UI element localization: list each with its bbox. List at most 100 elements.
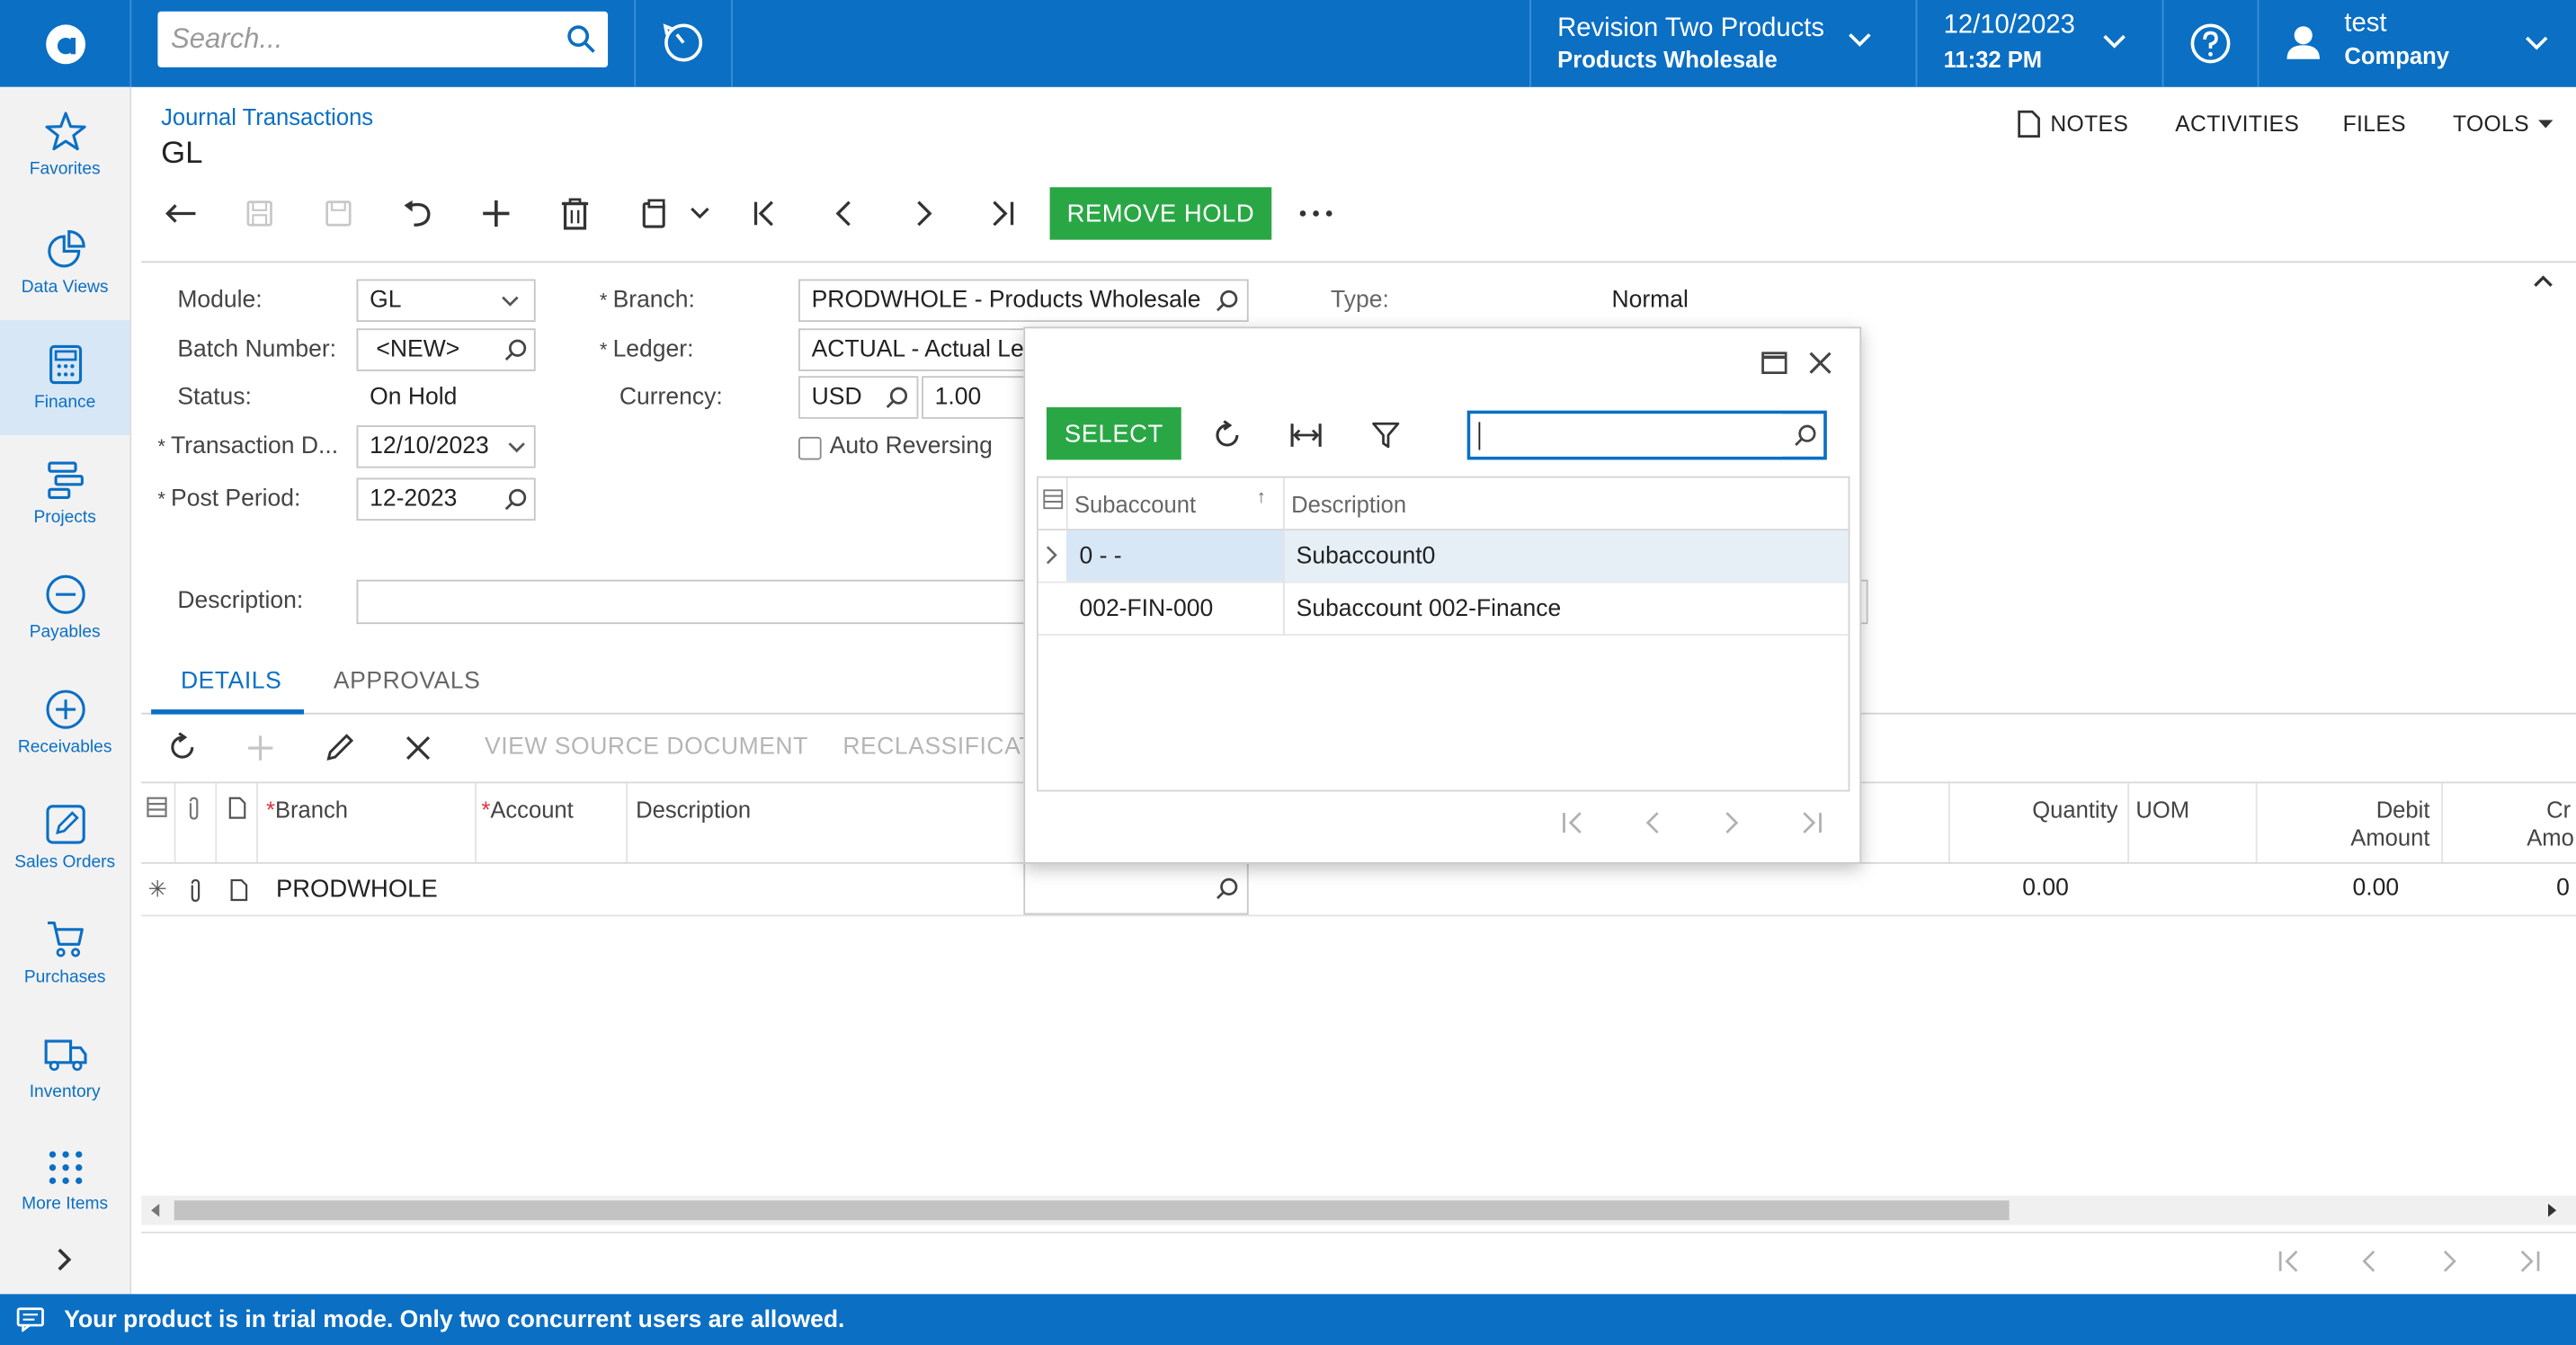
description-cell[interactable]: Subaccount0: [1283, 530, 1849, 582]
subaccount-cell[interactable]: 0 - -: [1065, 530, 1284, 582]
close-icon[interactable]: [1809, 352, 1832, 375]
sidebar-item-favorites[interactable]: Favorites: [0, 87, 129, 202]
transaction-date-field[interactable]: 12/10/2023: [356, 425, 536, 468]
column-account[interactable]: *Account: [481, 797, 573, 823]
lookup-search-box[interactable]: [1466, 410, 1827, 460]
sidebar-item-receivables[interactable]: Receivables: [0, 665, 129, 780]
edit-icon[interactable]: [325, 733, 355, 762]
list-item[interactable]: 0 - - Subaccount0: [1038, 530, 1849, 583]
previous-record-icon[interactable]: [824, 194, 864, 234]
undo-icon[interactable]: [397, 194, 437, 234]
currency-rate-field[interactable]: 1.00: [922, 376, 1037, 419]
column-quantity[interactable]: Quantity: [2032, 797, 2117, 823]
next-record-icon[interactable]: [904, 194, 943, 234]
business-date[interactable]: 12/10/2023 11:32 PM: [1944, 12, 2141, 77]
row-quantity-cell[interactable]: 0.00: [2022, 876, 2069, 902]
sidebar-item-inventory[interactable]: Inventory: [0, 1010, 129, 1125]
column-settings-icon[interactable]: [147, 797, 168, 818]
row-credit-cell[interactable]: 0: [2556, 876, 2570, 902]
ledger-value: ACTUAL - Actual Lec: [811, 336, 1036, 363]
search-icon[interactable]: [566, 24, 596, 54]
breadcrumb[interactable]: Journal Transactions: [161, 103, 373, 129]
checkbox-box[interactable]: [798, 436, 822, 460]
view-source-document-button: VIEW SOURCE DOCUMENT: [485, 734, 808, 761]
search-icon[interactable]: [504, 338, 528, 361]
files-link[interactable]: FILES: [2343, 111, 2406, 136]
clipboard-icon[interactable]: [634, 194, 673, 234]
scroll-left-icon[interactable]: [151, 1203, 161, 1217]
remove-hold-button[interactable]: REMOVE HOLD: [1049, 187, 1272, 240]
sidebar-item-payables[interactable]: Payables: [0, 550, 129, 665]
scroll-right-icon[interactable]: [2547, 1203, 2558, 1217]
chevron-down-icon[interactable]: [680, 194, 719, 234]
search-icon[interactable]: [1216, 289, 1239, 312]
description-cell[interactable]: Subaccount 002-Finance: [1283, 583, 1849, 634]
notes-link[interactable]: NOTES: [2018, 110, 2128, 138]
activities-link[interactable]: ACTIVITIES: [2175, 111, 2299, 136]
trial-mode-bar: Your product is in trial mode. Only two …: [0, 1294, 2576, 1345]
subaccount-cell-editor[interactable]: [1023, 861, 1249, 915]
last-record-icon[interactable]: [983, 194, 1022, 234]
row-branch-cell[interactable]: PRODWHOLE: [276, 876, 438, 904]
tools-menu[interactable]: TOOLS: [2453, 111, 2554, 137]
subaccount-cell[interactable]: 002-FIN-000: [1066, 583, 1283, 634]
currency-field[interactable]: USD: [798, 376, 919, 419]
history-icon[interactable]: [662, 22, 705, 64]
fit-columns-icon[interactable]: [1289, 422, 1323, 448]
refresh-icon[interactable]: [1212, 420, 1242, 450]
column-debit-amount[interactable]: Debit Amount: [2280, 797, 2429, 852]
tab-approvals[interactable]: APPROVALS: [334, 668, 480, 694]
column-description[interactable]: Description: [1291, 491, 1406, 517]
column-credit-amount[interactable]: Cr Amo: [2524, 797, 2576, 852]
first-record-icon[interactable]: [746, 194, 786, 234]
lookup-search-input[interactable]: [1470, 414, 1783, 457]
delete-icon[interactable]: [556, 194, 595, 234]
table-row[interactable]: ✳ PRODWHOLE 0.00 0.00 0: [141, 861, 2576, 917]
note-icon[interactable]: [230, 878, 248, 902]
search-icon[interactable]: [886, 386, 909, 409]
sidebar-item-sales-orders[interactable]: Sales Orders: [0, 780, 129, 895]
column-subaccount[interactable]: Subaccount: [1074, 491, 1196, 517]
post-period-field[interactable]: 12-2023: [356, 477, 536, 521]
collapse-icon[interactable]: [2532, 272, 2555, 289]
next-page-icon: [1722, 810, 1742, 836]
refresh-icon[interactable]: [167, 732, 197, 762]
column-settings-icon[interactable]: [1043, 489, 1064, 510]
add-icon[interactable]: [477, 194, 516, 234]
search-icon[interactable]: [1794, 423, 1817, 447]
expand-sidebar-icon[interactable]: [52, 1246, 76, 1272]
module-select[interactable]: GL: [356, 279, 536, 323]
global-search[interactable]: [157, 11, 609, 67]
filter-icon[interactable]: [1372, 422, 1400, 449]
acumatica-logo[interactable]: [0, 0, 132, 87]
column-uom[interactable]: UOM: [2135, 797, 2189, 823]
branch-field[interactable]: PRODWHOLE - Products Wholesale: [798, 279, 1249, 323]
search-icon[interactable]: [1216, 877, 1239, 900]
sidebar-item-data-views[interactable]: Data Views: [0, 205, 129, 320]
back-icon[interactable]: [161, 194, 201, 234]
global-search-input[interactable]: [157, 11, 552, 67]
tools-label: TOOLS: [2453, 111, 2530, 137]
attachment-icon[interactable]: [187, 878, 203, 903]
sidebar-item-purchases[interactable]: Purchases: [0, 895, 129, 1010]
sidebar-item-more-items[interactable]: More Items: [0, 1125, 129, 1240]
column-description[interactable]: Description: [636, 797, 751, 823]
chevron-down-icon[interactable]: [508, 441, 526, 453]
sidebar-item-finance[interactable]: Finance: [0, 320, 130, 436]
search-icon[interactable]: [504, 488, 528, 512]
user-menu[interactable]: test Company: [2284, 10, 2563, 79]
column-branch[interactable]: *Branch: [266, 797, 348, 823]
tab-details[interactable]: DETAILS: [181, 668, 281, 694]
row-debit-cell[interactable]: 0.00: [2353, 876, 2400, 902]
batch-number-field[interactable]: <NEW>: [356, 328, 536, 371]
select-button[interactable]: SELECT: [1046, 406, 1181, 460]
delete-row-icon[interactable]: [406, 735, 431, 761]
list-item[interactable]: 002-FIN-000 Subaccount 002-Finance: [1038, 583, 1849, 636]
help-icon[interactable]: [2190, 23, 2232, 65]
tenant-switcher[interactable]: Revision Two Products Products Wholesale: [1557, 14, 1903, 80]
maximize-icon[interactable]: [1761, 352, 1787, 375]
more-actions-icon[interactable]: [1297, 194, 1336, 234]
sidebar-item-projects[interactable]: Projects: [0, 435, 129, 550]
last-page-icon: [2515, 1248, 2541, 1274]
scrollbar-thumb[interactable]: [174, 1200, 2010, 1221]
